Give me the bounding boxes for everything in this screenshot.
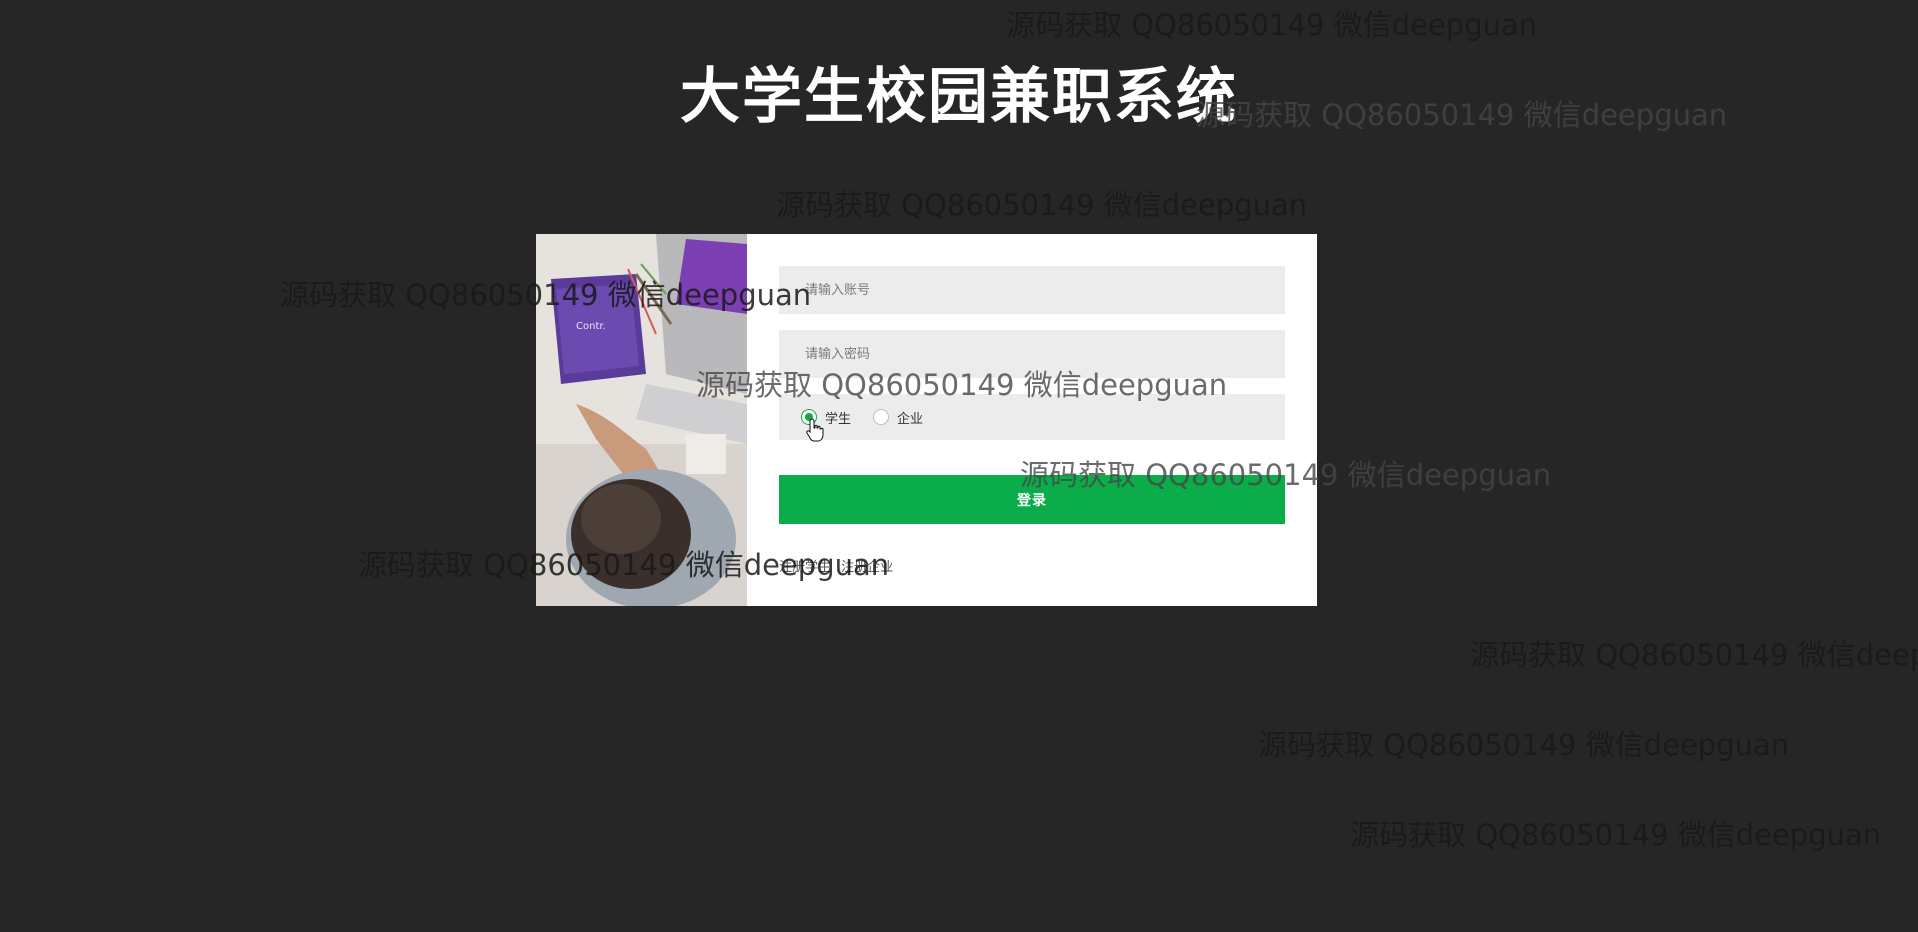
watermark-text: 源码获取 QQ86050149 微信deepguan: [1006, 8, 1538, 42]
watermark-text: 源码获取 QQ86050149 微信deepguan: [776, 188, 1308, 222]
account-input[interactable]: [779, 266, 1285, 314]
register-links: 注册学生 注册企业: [779, 556, 899, 575]
login-page: 大学生校园兼职系统 Contr. 请输入账号 学生 企业 登录 注册学生 注册企…: [0, 0, 1918, 932]
register-company-link[interactable]: 注册企业: [841, 560, 893, 575]
watermark-text: 源码获取 QQ86050149 微信deepguan: [1350, 818, 1882, 852]
role-option-company[interactable]: 企业: [873, 408, 923, 427]
watermark-text: 源码获取 QQ86050149 微信deepguan: [1258, 728, 1790, 762]
company-radio[interactable]: [873, 409, 890, 425]
login-card: Contr. 学生: [536, 234, 1317, 606]
hero-photo: Contr.: [536, 234, 747, 606]
role-label-company: 企业: [897, 411, 924, 427]
role-label-student: 学生: [825, 411, 852, 427]
password-input[interactable]: [779, 330, 1285, 378]
role-selector: 学生 企业: [779, 394, 1285, 440]
login-form: 学生 企业 登录 注册学生 注册企业: [747, 234, 1317, 606]
page-title: 大学生校园兼职系统: [680, 62, 1238, 132]
hand-pointer-icon: [806, 418, 824, 442]
svg-text:Contr.: Contr.: [576, 321, 606, 332]
register-student-link[interactable]: 注册学生: [779, 560, 831, 575]
login-button[interactable]: 登录: [779, 475, 1285, 524]
watermark-text: 源码获取 QQ86050149 微信deepguan: [1470, 638, 1918, 672]
